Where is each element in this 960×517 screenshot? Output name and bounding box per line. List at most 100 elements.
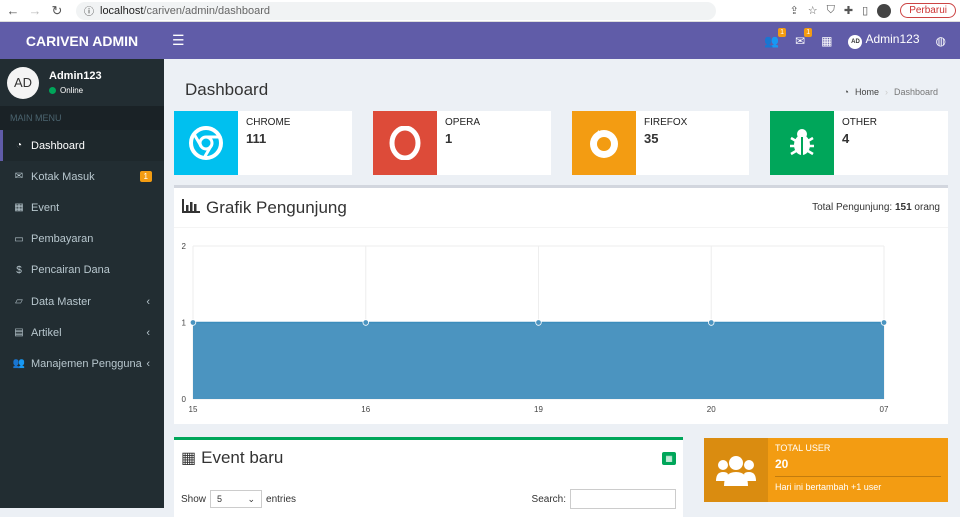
event-box: ▦ Event baru ▦ Show 5 ⌄ entries Search: — [174, 437, 683, 517]
mail-badge: 1 — [804, 27, 813, 37]
bar-chart-icon — [182, 199, 200, 216]
firefox-icon — [572, 111, 636, 175]
sidebar-user-name: Admin123 — [49, 70, 102, 82]
breadcrumb-home[interactable]: Home — [855, 87, 879, 97]
dashboard-icon: ◔ — [15, 140, 23, 152]
dashboard-icon: ◔ — [843, 87, 849, 97]
sidebar-item-pencairan-dana[interactable]: $ Pencairan Dana — [0, 255, 164, 286]
sidebar-item-pembayaran[interactable]: ▭ Pembayaran — [0, 224, 164, 255]
app-logo[interactable]: CARIVEN ADMIN — [0, 22, 164, 59]
total-user-box: TOTAL USER 20 Hari ini bertambah +1 user — [704, 438, 948, 502]
stat-label: CHROME — [246, 117, 291, 128]
browser-toolbar: ← → ↻ ⓘ localhost /cariven/admin/dashboa… — [0, 0, 960, 22]
total-user-value: 20 — [775, 457, 789, 471]
sidebar-item-label: Data Master — [31, 295, 91, 308]
sidebar-item-event[interactable]: ▦ Event — [0, 192, 164, 223]
visitors-icon[interactable]: 👥 1 — [764, 27, 787, 48]
share-icon[interactable]: ⇪ — [790, 4, 799, 17]
data-point — [708, 319, 715, 326]
x-tick-label: 20 — [707, 405, 716, 414]
visitor-area-chart: 0 1 2 15 16 19 20 07 — [182, 242, 889, 414]
data-point — [362, 319, 369, 326]
globe-icon[interactable]: ◍ — [936, 34, 946, 48]
data-point — [535, 319, 542, 326]
progress-bar — [775, 476, 941, 477]
y-tick-label: 2 — [182, 242, 187, 251]
total-user-label: TOTAL USER — [775, 443, 831, 453]
total-visitors: Total Pengunjung: 151 orang — [812, 202, 940, 213]
entries-label: entries — [266, 493, 297, 505]
sidebar-item-label: Pencairan Dana — [31, 264, 110, 277]
sidebar-item-data-master[interactable]: ▱ Data Master ‹ — [0, 286, 164, 317]
bug-icon — [770, 111, 834, 175]
menu-header: MAIN MENU — [0, 106, 164, 130]
user-menu[interactable]: AD Admin123 — [848, 32, 920, 49]
y-tick-label: 0 — [182, 395, 187, 404]
money-icon: ▭ — [14, 233, 24, 245]
shield-icon[interactable]: ⛉ — [827, 4, 835, 17]
sidebar-item-manajemen-pengguna[interactable]: 👥 Manajemen Pengguna ‹ — [0, 348, 164, 379]
data-point — [189, 319, 197, 326]
breadcrumb-current: Dashboard — [893, 87, 938, 97]
search-label: Search: — [531, 493, 566, 505]
entries-value: 5 — [217, 494, 223, 504]
y-tick-label: 1 — [182, 319, 187, 328]
reload-icon[interactable]: ↻ — [48, 3, 66, 19]
stat-label: OTHER — [842, 117, 877, 128]
x-tick-label: 15 — [189, 405, 198, 414]
address-bar[interactable]: ⓘ localhost /cariven/admin/dashboard — [76, 1, 716, 20]
sidebar-item-label: Manajemen Pengguna — [31, 357, 142, 370]
chrome-icon — [174, 111, 238, 175]
x-tick-label: 16 — [361, 405, 370, 414]
calendar-button[interactable]: ▦ — [662, 451, 676, 465]
sidebar: AD Admin123 Online MAIN MENU ◔ Dashboard … — [0, 59, 164, 508]
users-icon: 👥 — [12, 358, 26, 370]
sidebar-item-kotak-masuk[interactable]: ✉ Kotak Masuk 1 — [0, 161, 164, 192]
forward-icon[interactable]: → — [26, 3, 44, 18]
inbox-badge: 1 — [139, 171, 152, 183]
stat-opera: OPERA 1 — [373, 111, 551, 175]
sidebar-item-label: Event — [31, 201, 60, 214]
envelope-icon: ✉ — [14, 171, 24, 183]
chart-title: Grafik Pengunjung — [206, 197, 347, 217]
update-button[interactable]: Perbarui — [900, 3, 956, 18]
stat-label: OPERA — [445, 117, 481, 128]
opera-icon — [373, 111, 437, 175]
x-tick-label: 19 — [534, 405, 543, 414]
stat-value: 35 — [644, 131, 659, 146]
star-icon[interactable]: ☆ — [808, 4, 818, 17]
user-status: Online — [60, 86, 84, 95]
extension-icon[interactable]: ✚ — [844, 4, 853, 17]
user-panel: AD Admin123 Online — [0, 59, 164, 106]
entries-select[interactable]: 5 ⌄ — [210, 490, 263, 508]
stat-chrome: CHROME 111 — [174, 111, 352, 175]
calendar-icon[interactable]: ▦ — [821, 34, 832, 48]
stat-label: FIREFOX — [644, 117, 688, 128]
stat-value: 111 — [246, 131, 267, 146]
breadcrumb-separator: › — [884, 87, 888, 97]
avatar: AD — [7, 66, 39, 99]
mail-icon[interactable]: ✉ 1 — [795, 27, 813, 48]
search-input[interactable] — [570, 489, 676, 509]
sidebar-item-artikel[interactable]: ▤ Artikel ‹ — [0, 317, 164, 348]
sidebar-item-label: Kotak Masuk — [31, 170, 95, 183]
visitor-chart-box: Grafik Pengunjung Total Pengunjung: 151 … — [174, 185, 948, 424]
sidepanel-icon[interactable]: ▯ — [862, 4, 868, 17]
folder-icon: ▱ — [15, 296, 23, 308]
event-title: Event baru — [201, 448, 284, 467]
stat-value: 4 — [842, 131, 850, 146]
chevron-left-icon: ‹ — [146, 295, 150, 308]
sidebar-item-label: Dashboard — [31, 139, 85, 152]
total-user-desc: Hari ini bertambah +1 user — [775, 482, 882, 492]
show-label: Show — [181, 493, 207, 505]
data-point — [880, 319, 888, 326]
users-icon — [704, 438, 768, 502]
back-icon[interactable]: ← — [4, 3, 22, 18]
menu-toggle-icon[interactable]: ☰ — [172, 32, 185, 49]
chevron-left-icon: ‹ — [146, 326, 150, 339]
profile-avatar[interactable] — [877, 3, 892, 18]
sidebar-item-dashboard[interactable]: ◔ Dashboard — [0, 130, 164, 162]
user-avatar: AD — [848, 35, 863, 49]
url-path: /cariven/admin/dashboard — [143, 4, 270, 17]
visitors-badge: 1 — [778, 27, 787, 37]
